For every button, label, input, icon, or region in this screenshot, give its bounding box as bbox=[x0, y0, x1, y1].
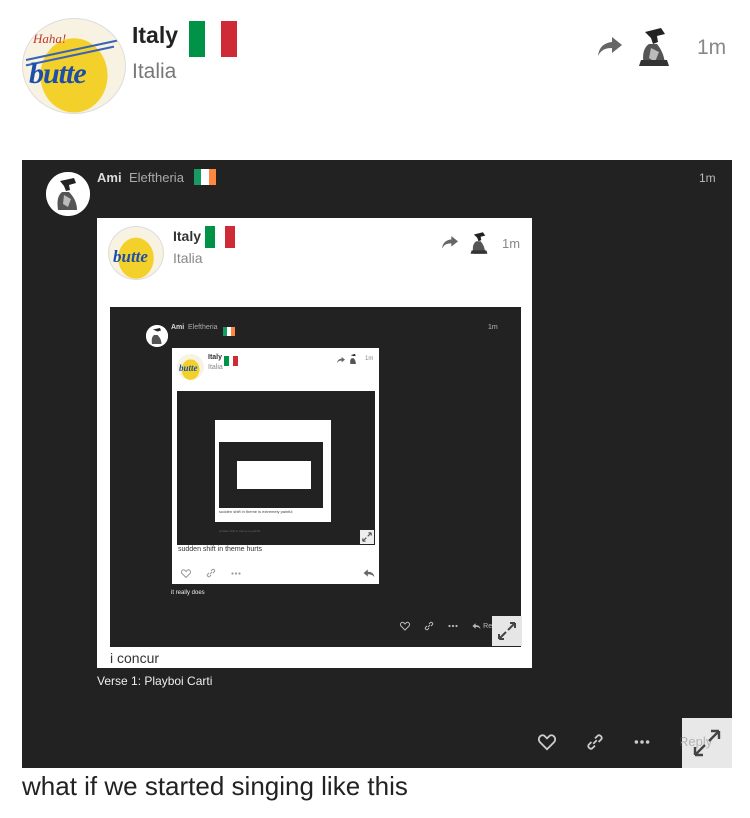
ireland-flag-icon bbox=[223, 323, 235, 336]
deep-nested-caption: sudden shift in theme is extremely painf… bbox=[219, 509, 293, 514]
post-time[interactable]: 1m bbox=[697, 36, 726, 60]
post-caption: what if we started singing like this bbox=[22, 771, 408, 801]
expand-icon bbox=[492, 616, 522, 646]
nested-post-title: Italy bbox=[173, 228, 202, 244]
quoted-user-name[interactable]: Ami bbox=[97, 170, 122, 185]
nested-post-time: 1m bbox=[365, 356, 374, 362]
heart-icon bbox=[181, 568, 191, 578]
nested-post-time: 1m bbox=[488, 324, 498, 331]
quoted-image-caption: i concur bbox=[110, 650, 160, 666]
deep-nested-image bbox=[237, 461, 311, 489]
nested-user-avatar-icon bbox=[146, 325, 168, 347]
avatar-text-butte: butte bbox=[179, 363, 198, 373]
deep-nested-caption: sudden shift in theme is painful bbox=[219, 529, 261, 533]
post-title[interactable]: Italy bbox=[132, 22, 178, 49]
more-icon[interactable] bbox=[634, 739, 650, 745]
reply-label: Reply bbox=[679, 734, 713, 749]
nested-author-avatar: butte bbox=[108, 226, 164, 280]
more-icon bbox=[448, 620, 458, 632]
user-avatar-icon bbox=[466, 228, 492, 258]
ireland-flag-icon bbox=[194, 169, 216, 185]
nested-post-title: Italy bbox=[208, 354, 223, 361]
italy-flag-icon bbox=[205, 226, 235, 248]
heart-icon bbox=[400, 620, 410, 632]
share-icon[interactable] bbox=[597, 34, 623, 58]
link-icon bbox=[424, 620, 434, 632]
quoted-post-time: 1m bbox=[699, 171, 716, 185]
heart-icon[interactable] bbox=[538, 730, 556, 754]
reply-icon bbox=[363, 568, 375, 578]
quoted-username[interactable]: Eleftheria bbox=[129, 170, 184, 185]
more-icon bbox=[231, 571, 241, 575]
reply-icon bbox=[472, 622, 481, 630]
nested-post-caption: sudden shift in theme hurts bbox=[178, 546, 263, 553]
share-icon bbox=[441, 234, 459, 250]
share-icon bbox=[336, 356, 346, 364]
quoted-post-actions bbox=[538, 730, 698, 754]
italy-flag-icon bbox=[189, 21, 237, 57]
nested-username: Eleftheria bbox=[188, 324, 218, 331]
italy-flag-icon bbox=[224, 353, 238, 366]
nested-quoted-caption: it really does bbox=[171, 590, 205, 596]
avatar-text-butte: butte bbox=[113, 247, 148, 266]
link-icon[interactable] bbox=[586, 730, 604, 754]
expand-icon bbox=[360, 530, 374, 544]
user-avatar-icon bbox=[347, 352, 359, 366]
author-avatar[interactable]: Haha! butte bbox=[22, 18, 126, 114]
nested-post-time: 1m bbox=[502, 236, 521, 251]
link-icon bbox=[206, 568, 216, 578]
post-subtitle: Italia bbox=[132, 60, 177, 83]
nested-user-name: Ami bbox=[171, 324, 185, 331]
user-avatar-icon[interactable] bbox=[631, 22, 677, 72]
avatar-text-butte: butte bbox=[29, 57, 87, 90]
quoted-post-caption: Verse 1: Playboi Carti bbox=[97, 674, 213, 688]
avatar-text-haha: Haha! bbox=[33, 31, 67, 46]
nested-post-subtitle: Italia bbox=[173, 250, 203, 266]
nested-author-avatar: butte bbox=[177, 354, 204, 380]
nested-post-subtitle: Italia bbox=[208, 364, 223, 371]
nested-post-actions bbox=[181, 568, 375, 578]
nested-quoted-actions: Rep bbox=[400, 620, 496, 632]
quoted-user-avatar-icon[interactable] bbox=[46, 172, 90, 216]
